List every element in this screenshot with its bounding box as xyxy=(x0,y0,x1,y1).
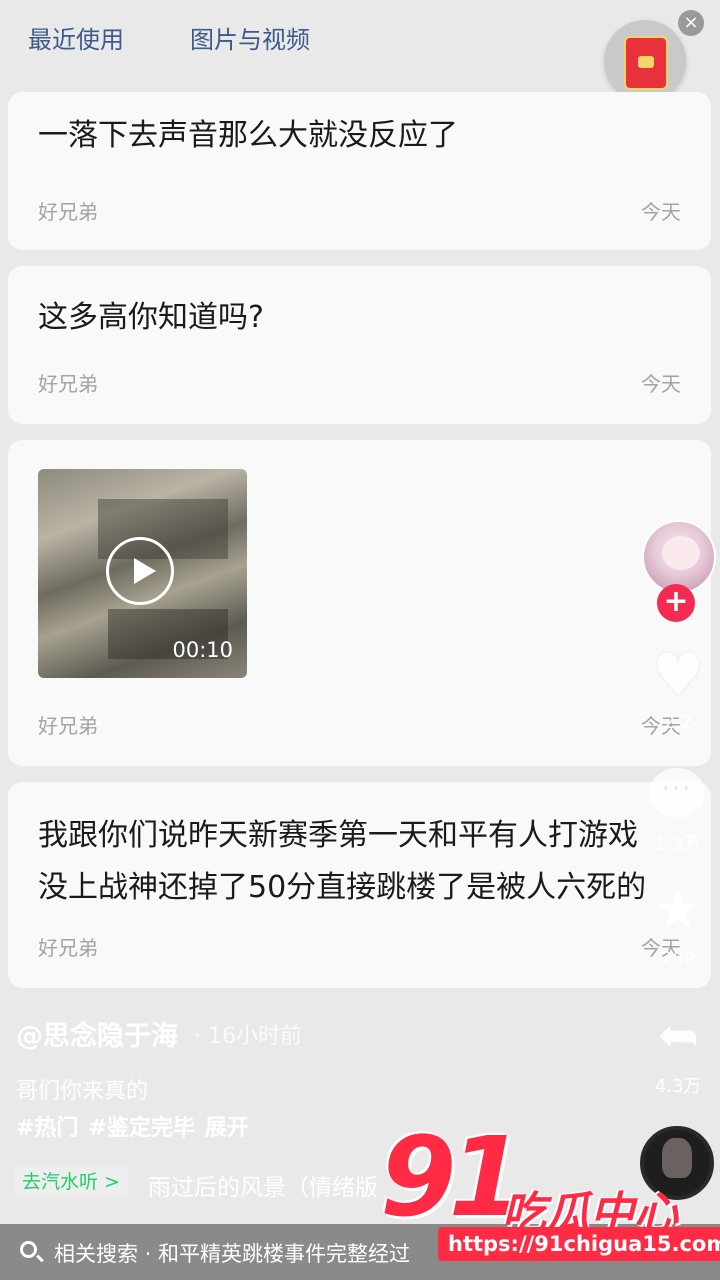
watermark-logo: 91 吃瓜中心 https://91chigua15.com xyxy=(380,1113,720,1280)
message-author: 好兄弟 xyxy=(38,372,98,396)
hashtag[interactable]: #热门 xyxy=(16,1116,78,1141)
message-author: 好兄弟 xyxy=(38,714,98,738)
message-card[interactable]: 我跟你们说昨天新赛季第一天和平有人打游戏 没上战神还掉了50分直接跳楼了是被人六… xyxy=(8,782,711,988)
related-search-query: 相关搜索 · 和平精英跳楼事件完整经过 xyxy=(54,1242,411,1266)
post-tags: #热门 #鉴定完毕 展开 xyxy=(16,1110,259,1142)
message-card[interactable]: 一落下去声音那么大就没反应了 好兄弟 今天 xyxy=(8,92,711,250)
message-text: 我跟你们说昨天新赛季第一天和平有人打游戏 没上战神还掉了50分直接跳楼了是被人六… xyxy=(38,810,688,914)
red-envelope-icon xyxy=(624,36,668,90)
message-text: 一落下去声音那么大就没反应了 xyxy=(38,118,458,153)
star-icon[interactable]: ★ xyxy=(648,880,708,940)
message-text: 这多高你知道吗? xyxy=(38,300,264,335)
comment-icon[interactable] xyxy=(649,768,705,818)
share-icon[interactable]: ➦ xyxy=(648,1006,708,1064)
post-time: · 16小时前 xyxy=(194,1024,302,1049)
favorite-count: 269 xyxy=(660,948,696,969)
music-name: 雨过后的风景（情绪版 xyxy=(148,1175,378,1201)
search-icon xyxy=(20,1241,37,1258)
message-line: 没上战神还掉了50分直接跳楼了是被人六死的 xyxy=(38,870,647,905)
follow-plus-icon[interactable]: + xyxy=(657,584,695,622)
tab-recent[interactable]: 最近使用 xyxy=(28,20,124,55)
video-duration: 00:10 xyxy=(172,638,233,662)
comment-count: 1.3万 xyxy=(654,834,702,855)
message-time: 今天 xyxy=(641,200,681,224)
heart-icon[interactable]: ♥ xyxy=(648,645,708,705)
music-app-tag[interactable]: 去汽水听 > xyxy=(14,1166,128,1198)
close-icon[interactable]: × xyxy=(678,10,704,36)
message-time: 今天 xyxy=(641,372,681,396)
post-username[interactable]: @思念隐于海 xyxy=(16,1014,178,1053)
post-description: 哥们你来真的 xyxy=(16,1079,149,1104)
author-avatar[interactable] xyxy=(642,520,716,594)
share-count: 4.3万 xyxy=(654,1076,702,1097)
message-card[interactable]: 这多高你知道吗? 好兄弟 今天 xyxy=(8,266,711,424)
watermark-number: 91 xyxy=(380,1113,525,1241)
hashtag[interactable]: #鉴定完毕 xyxy=(88,1116,194,1141)
play-icon[interactable] xyxy=(106,537,174,605)
red-envelope-button[interactable] xyxy=(604,20,686,102)
message-author: 好兄弟 xyxy=(38,200,98,224)
video-message-card[interactable]: 00:10 好兄弟 今天 xyxy=(8,440,711,766)
watermark-url: https://91chigua15.com xyxy=(438,1227,720,1261)
tab-images-videos[interactable]: 图片与视频 xyxy=(190,20,310,55)
video-thumbnail[interactable]: 00:10 xyxy=(38,469,247,678)
expand-link[interactable]: 展开 xyxy=(205,1116,249,1141)
message-author: 好兄弟 xyxy=(38,936,98,960)
like-count: 2.2 xyxy=(663,712,693,733)
message-line: 我跟你们说昨天新赛季第一天和平有人打游戏 xyxy=(38,818,638,853)
